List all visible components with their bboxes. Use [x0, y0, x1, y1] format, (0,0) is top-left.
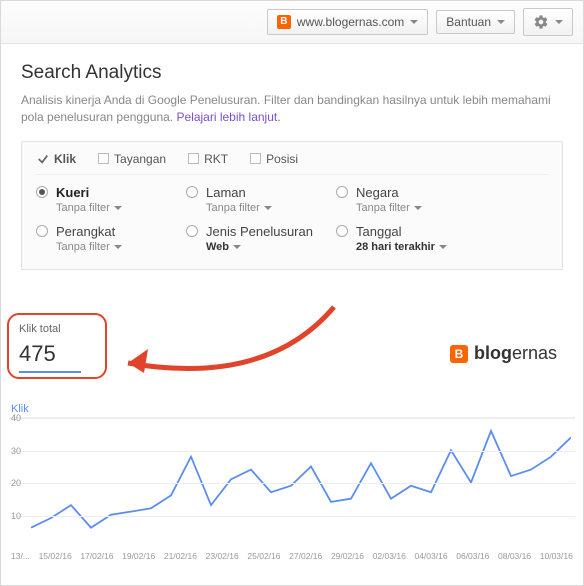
- klik-total-box: Klik total 475: [7, 313, 107, 379]
- x-tick-label: 04/03/16: [414, 551, 447, 561]
- site-selector-label: www.blogernas.com: [297, 16, 404, 28]
- dimension-filter[interactable]: Tanpa filter: [206, 202, 272, 214]
- radio-icon: [336, 225, 348, 237]
- metric-klik[interactable]: Klik: [36, 152, 76, 166]
- chevron-down-icon: [497, 20, 505, 24]
- x-tick-label: 27/02/16: [289, 551, 322, 561]
- klik-total-value: 475: [19, 341, 81, 373]
- dimension-laman[interactable]: Laman Tanpa filter: [186, 185, 336, 214]
- x-tick-label: 17/02/16: [80, 551, 113, 561]
- metric-tayangan[interactable]: Tayangan: [98, 152, 166, 166]
- metric-label: RKT: [204, 152, 228, 166]
- x-tick-label: 10/03/16: [540, 551, 573, 561]
- dimension-filter[interactable]: Tanpa filter: [356, 202, 422, 214]
- dimension-label: Kueri: [56, 185, 122, 200]
- clicks-chart: Klik 10 20 30 40 13/... 15/02/16 17/02/16 19/0…: [9, 403, 575, 571]
- dimension-filter[interactable]: Web: [206, 241, 313, 253]
- radio-icon: [36, 225, 48, 237]
- chevron-down-icon: [414, 206, 422, 210]
- annotation-arrow: [106, 289, 346, 389]
- settings-button[interactable]: [523, 8, 573, 36]
- x-tick-label: 06/03/16: [456, 551, 489, 561]
- metric-label: Tayangan: [114, 152, 166, 166]
- metric-rkt[interactable]: RKT: [188, 152, 228, 166]
- dimension-tanggal[interactable]: Tanggal 28 hari terakhir: [336, 224, 486, 253]
- checkbox-icon: [250, 153, 261, 164]
- chart-title: Klik: [11, 403, 575, 415]
- chevron-down-icon: [555, 20, 563, 24]
- y-tick-label: 10: [11, 511, 21, 521]
- radio-icon: [36, 186, 48, 198]
- chevron-down-icon: [439, 245, 447, 249]
- gridline: [9, 418, 575, 419]
- blogger-icon: B: [277, 15, 291, 29]
- page-title: Search Analytics: [21, 62, 563, 84]
- dimension-filter[interactable]: Tanpa filter: [56, 202, 122, 214]
- gridline: [9, 516, 575, 517]
- site-selector[interactable]: B www.blogernas.com: [267, 9, 428, 35]
- checkmark-icon: [36, 152, 49, 165]
- checkbox-icon: [188, 153, 199, 164]
- chevron-down-icon: [410, 20, 418, 24]
- dimension-filter[interactable]: 28 hari terakhir: [356, 241, 447, 253]
- x-tick-label: 15/02/16: [39, 551, 72, 561]
- help-label: Bantuan: [446, 16, 491, 28]
- dimension-label: Perangkat: [56, 224, 122, 239]
- metric-label: Posisi: [266, 152, 298, 166]
- x-tick-label: 23/02/16: [206, 551, 239, 561]
- checkbox-icon: [98, 153, 109, 164]
- dimension-label: Tanggal: [356, 224, 447, 239]
- x-tick-label: 13/...: [11, 551, 30, 561]
- brand-watermark: B blogernas: [450, 343, 557, 364]
- klik-total-label: Klik total: [19, 323, 95, 335]
- y-tick-label: 30: [11, 446, 21, 456]
- radio-icon: [186, 186, 198, 198]
- x-tick-label: 08/03/16: [498, 551, 531, 561]
- filter-panel: KlikTayanganRKTPosisi KueriTanpa filterL…: [21, 141, 563, 270]
- gridline: [9, 483, 575, 484]
- gear-icon: [533, 14, 549, 30]
- dimension-label: Laman: [206, 185, 272, 200]
- gridline: [9, 451, 575, 452]
- chevron-down-icon: [233, 245, 241, 249]
- y-tick-label: 20: [11, 478, 21, 488]
- chevron-down-icon: [264, 206, 272, 210]
- y-tick-label: 40: [11, 413, 21, 423]
- brand-icon: B: [450, 345, 468, 363]
- dimension-label: Jenis Penelusuran: [206, 224, 313, 239]
- radio-icon: [186, 225, 198, 237]
- dimension-jenis-penelusuran[interactable]: Jenis Penelusuran Web: [186, 224, 336, 253]
- dimension-negara[interactable]: Negara Tanpa filter: [336, 185, 486, 214]
- x-tick-label: 25/02/16: [247, 551, 280, 561]
- dimension-filter[interactable]: Tanpa filter: [56, 241, 122, 253]
- dimension-label: Negara: [356, 185, 422, 200]
- dimension-kueri[interactable]: Kueri Tanpa filter: [36, 185, 186, 214]
- x-tick-label: 19/02/16: [122, 551, 155, 561]
- x-tick-label: 21/02/16: [164, 551, 197, 561]
- x-tick-label: 29/02/16: [331, 551, 364, 561]
- dimension-perangkat[interactable]: Perangkat Tanpa filter: [36, 224, 186, 253]
- x-tick-label: 02/03/16: [373, 551, 406, 561]
- page-subtitle: Analisis kinerja Anda di Google Penelusu…: [21, 92, 563, 127]
- metric-label: Klik: [54, 152, 76, 166]
- radio-icon: [336, 186, 348, 198]
- chevron-down-icon: [114, 245, 122, 249]
- learn-more-link[interactable]: Pelajari lebih lanjut.: [176, 110, 280, 124]
- chevron-down-icon: [114, 206, 122, 210]
- metric-posisi[interactable]: Posisi: [250, 152, 298, 166]
- help-button[interactable]: Bantuan: [436, 10, 515, 34]
